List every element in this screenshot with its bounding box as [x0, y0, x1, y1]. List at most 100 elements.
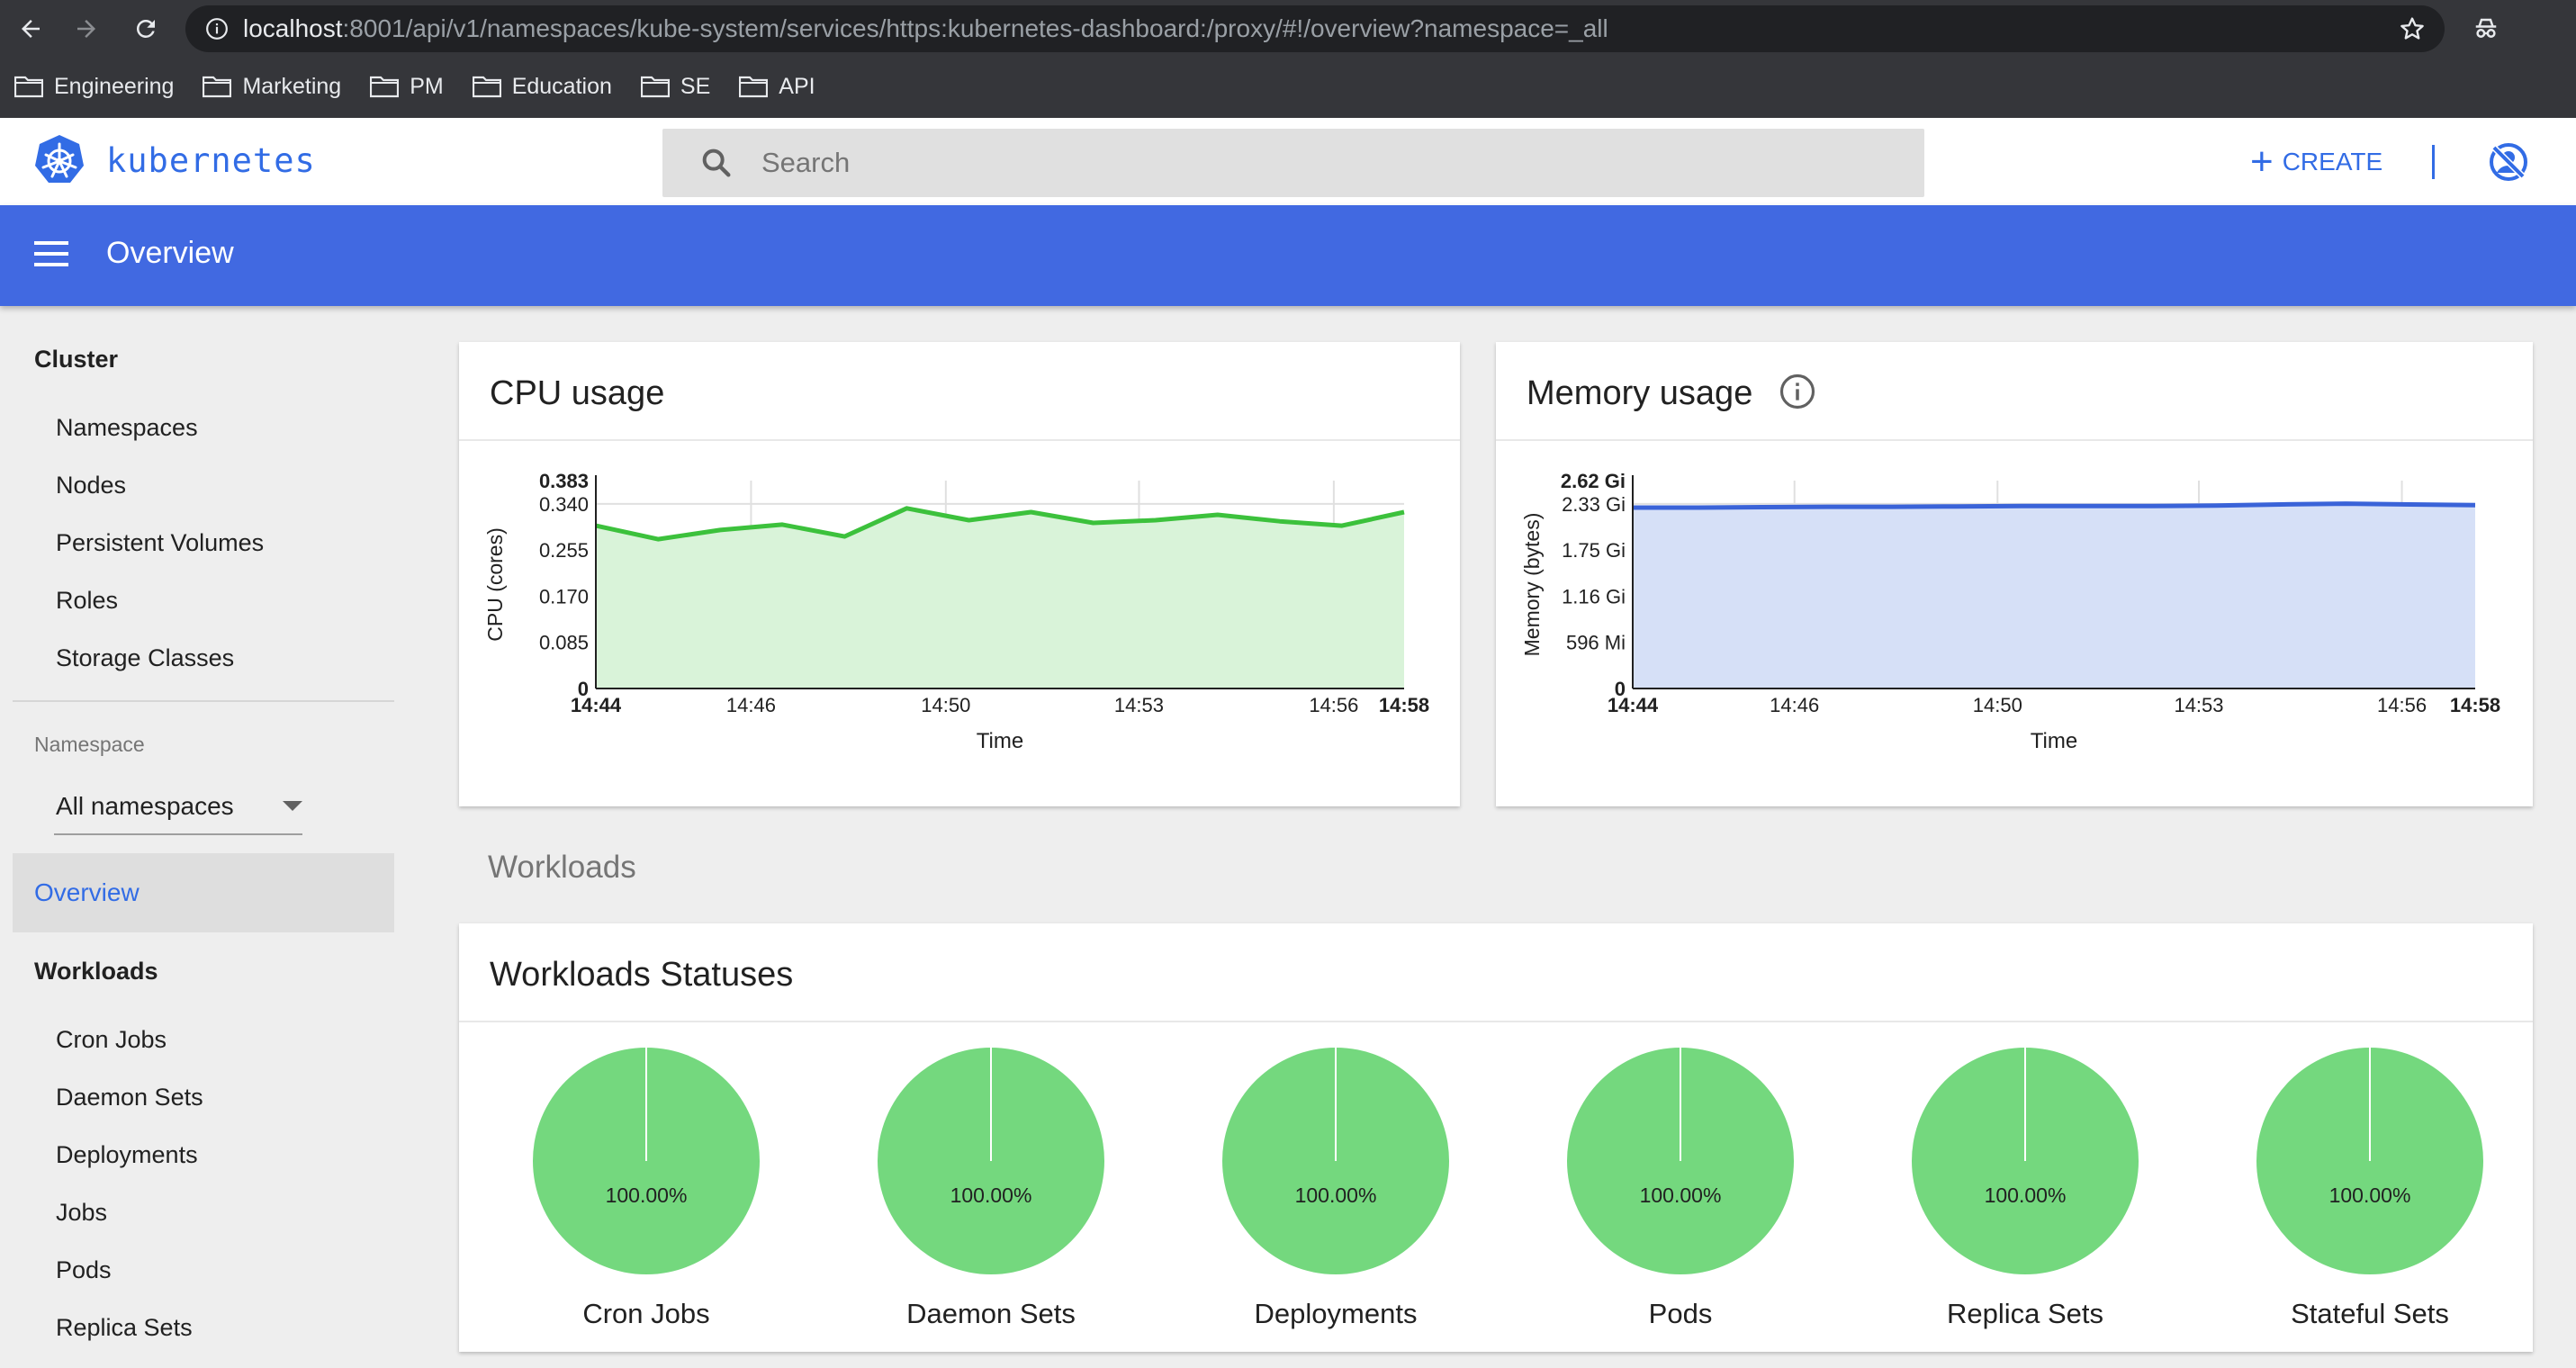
pie-data-label: 100.00%	[2329, 1184, 2411, 1207]
sidebar-item-cron-jobs[interactable]: Cron Jobs	[56, 1026, 167, 1054]
cpu-usage-card: CPU usage 0 0.085 0.170 0.255 0.340 0.383 14:4…	[459, 342, 1460, 806]
address-bar[interactable]: localhost:8001/api/v1/namespaces/kube-sy…	[185, 5, 2445, 52]
x-tick-label: 14:58	[1379, 694, 1429, 716]
status-pie[interactable]: 100.00% Replica Sets	[1899, 1035, 2151, 1332]
x-tick-label: 14:53	[1114, 694, 1164, 716]
logo-text: kubernetes	[106, 140, 316, 180]
pie-category-label: Deployments	[1254, 1298, 1418, 1329]
menu-icon[interactable]	[34, 239, 68, 268]
sidebar-item-nodes[interactable]: Nodes	[56, 472, 126, 500]
bookmarks-bar: Engineering Marketing PM Education SE AP…	[14, 68, 844, 104]
memory-usage-chart: 0596 Mi1.16 Gi1.75 Gi2.33 Gi2.62 Gi14:44…	[1520, 470, 2500, 753]
y-tick-label: 1.16 Gi	[1562, 585, 1626, 608]
folder-icon	[370, 76, 400, 98]
pie-category-label: Cron Jobs	[582, 1298, 710, 1329]
x-tick-label: 14:53	[2174, 694, 2223, 716]
sidebar-item-namespaces[interactable]: Namespaces	[56, 414, 198, 442]
sidebar-divider	[13, 700, 394, 702]
pie-chart: 100.00%	[1912, 1048, 2139, 1274]
y-axis-label: CPU (cores)	[483, 527, 507, 642]
incognito-icon[interactable]	[2468, 11, 2504, 47]
status-pie[interactable]: 100.00% Daemon Sets	[865, 1035, 1117, 1332]
sidebar-item-overview[interactable]: Overview	[13, 853, 394, 932]
sidebar-item-deployments[interactable]: Deployments	[56, 1141, 198, 1169]
url-text: localhost:8001/api/v1/namespaces/kube-sy…	[243, 14, 1608, 43]
status-pie[interactable]: 100.00% Stateful Sets	[2244, 1035, 2496, 1332]
y-axis-label: Memory (bytes)	[1520, 513, 1544, 657]
pie-chart: 100.00%	[878, 1048, 1104, 1274]
bookmark-label: PM	[410, 73, 444, 99]
y-tick-label: 2.62 Gi	[1561, 470, 1626, 492]
pie-chart: 100.00%	[1567, 1048, 1794, 1274]
logo[interactable]: kubernetes	[32, 133, 316, 187]
folder-icon	[640, 76, 670, 98]
card-title: Memory usage	[1527, 374, 1753, 412]
namespace-select[interactable]: All namespaces	[54, 783, 302, 835]
plus-icon: +	[2250, 140, 2274, 184]
back-button[interactable]	[13, 11, 49, 47]
bookmark-se[interactable]: SE	[640, 74, 710, 100]
page-title: Overview	[106, 236, 234, 270]
namespace-select-value: All namespaces	[56, 792, 234, 820]
x-tick-label: 14:46	[726, 694, 776, 716]
bookmark-marketing[interactable]: Marketing	[203, 74, 341, 100]
reload-button[interactable]	[128, 11, 164, 47]
pie-chart: 100.00%	[2256, 1048, 2483, 1274]
url-path: :8001/api/v1/namespaces/kube-system/serv…	[342, 14, 1608, 42]
status-pie[interactable]: 100.00% Cron Jobs	[520, 1035, 772, 1332]
search-input[interactable]	[761, 147, 1842, 179]
x-tick-label: 14:56	[1309, 694, 1358, 716]
create-button[interactable]: + CREATE	[2250, 140, 2382, 184]
card-divider	[459, 1021, 2533, 1022]
bookmark-label: Engineering	[54, 73, 175, 99]
y-tick-label: 0.255	[539, 539, 589, 562]
status-pie[interactable]: 100.00% Pods	[1554, 1035, 1806, 1332]
bookmark-label: Education	[511, 73, 612, 99]
section-heading-workloads: Workloads	[488, 850, 636, 885]
sidebar-item-pods[interactable]: Pods	[56, 1256, 112, 1284]
sidebar: Cluster Namespaces Nodes Persistent Volu…	[0, 306, 407, 1368]
bookmark-engineering[interactable]: Engineering	[14, 74, 174, 100]
cpu-usage-chart: 00.0850.1700.2550.3400.38314:44 14:46 14:5…	[483, 470, 1429, 753]
x-tick-label: 14:58	[2450, 694, 2500, 716]
app-header: kubernetes + CREATE	[0, 118, 2576, 205]
pie-category-label: Stateful Sets	[2291, 1298, 2449, 1329]
sidebar-item-roles[interactable]: Roles	[56, 587, 118, 615]
folder-icon	[203, 76, 232, 98]
sidebar-item-storage-classes[interactable]: Storage Classes	[56, 644, 234, 672]
bookmark-api[interactable]: API	[739, 74, 815, 100]
bookmark-education[interactable]: Education	[472, 73, 612, 100]
forward-button[interactable]	[68, 11, 104, 47]
namespace-label: Namespace	[34, 733, 145, 756]
search-bar[interactable]	[662, 129, 1924, 197]
memory-usage-card: Memory usage 0 596 Mi 1.16 Gi 1.75 Gi 2.33 G…	[1496, 342, 2533, 806]
sidebar-item-persistent-volumes[interactable]: Persistent Volumes	[56, 529, 264, 557]
bookmark-star-icon[interactable]	[2398, 14, 2427, 48]
pie-category-label: Pods	[1648, 1298, 1713, 1329]
workloads-statuses-card: Workloads Statuses 100.00% Cron Jobs 100.0…	[459, 923, 2533, 1352]
chevron-down-icon	[283, 801, 302, 811]
status-pie[interactable]: 100.00% Deployments	[1210, 1035, 1462, 1332]
y-tick-label: 1.75 Gi	[1562, 539, 1626, 562]
sidebar-heading-cluster[interactable]: Cluster	[34, 346, 118, 374]
account-icon[interactable]	[2486, 140, 2531, 184]
create-button-label: CREATE	[2282, 148, 2383, 176]
sidebar-item-replica-sets[interactable]: Replica Sets	[56, 1314, 193, 1342]
info-icon[interactable]	[1779, 373, 1816, 410]
pie-category-label: Replica Sets	[1946, 1298, 2104, 1329]
x-axis-label: Time	[2031, 729, 2077, 753]
sidebar-heading-workloads[interactable]: Workloads	[34, 958, 158, 986]
bookmark-pm[interactable]: PM	[370, 74, 444, 100]
arrow-right-icon	[77, 20, 95, 38]
pie-data-label: 100.00%	[950, 1184, 1032, 1207]
folder-icon	[14, 76, 43, 98]
y-tick-label: 0.340	[539, 493, 589, 516]
pie-chart: 100.00%	[533, 1048, 760, 1274]
info-icon[interactable]	[203, 15, 230, 42]
series-area	[1633, 503, 2475, 688]
x-tick-label: 14:44	[1608, 694, 1659, 716]
sidebar-item-daemon-sets[interactable]: Daemon Sets	[56, 1084, 203, 1112]
search-icon	[702, 148, 731, 177]
sidebar-item-jobs[interactable]: Jobs	[56, 1199, 107, 1227]
arrow-left-icon	[22, 20, 40, 38]
